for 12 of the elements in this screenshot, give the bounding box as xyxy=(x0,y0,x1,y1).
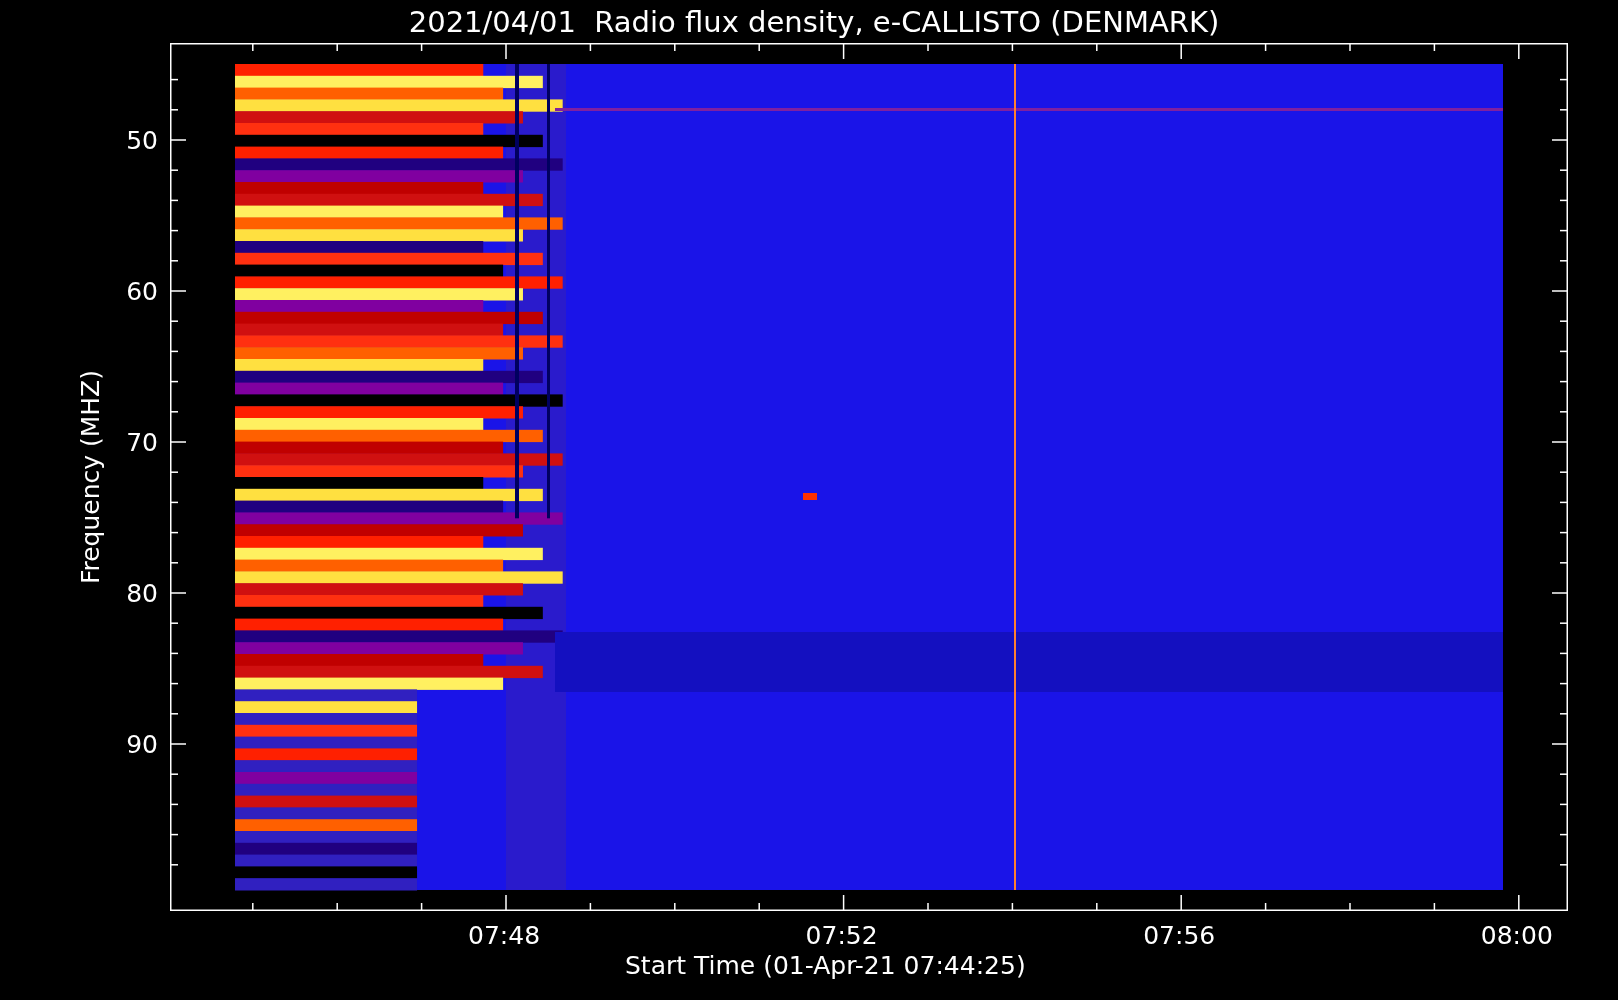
y-axis-label: Frequency (MHZ) xyxy=(76,369,105,585)
x-tick-label: 07:56 xyxy=(1143,923,1216,948)
y-tick-label: 90 xyxy=(126,732,158,757)
x-tick-label: 08:00 xyxy=(1480,923,1553,948)
y-tick-label: 60 xyxy=(126,279,158,304)
chart-title: 2021/04/01 Radio flux density, e-CALLISTO (DENMARK) xyxy=(408,4,1220,39)
y-tick-label: 80 xyxy=(126,581,158,606)
y-tick-label: 70 xyxy=(126,430,158,455)
x-axis-label: Start Time (01-Apr-21 07:44:25) xyxy=(625,951,1026,980)
y-tick-label: 50 xyxy=(126,128,158,153)
x-tick-label: 07:48 xyxy=(468,923,541,948)
x-tick-label: 07:52 xyxy=(805,923,878,948)
